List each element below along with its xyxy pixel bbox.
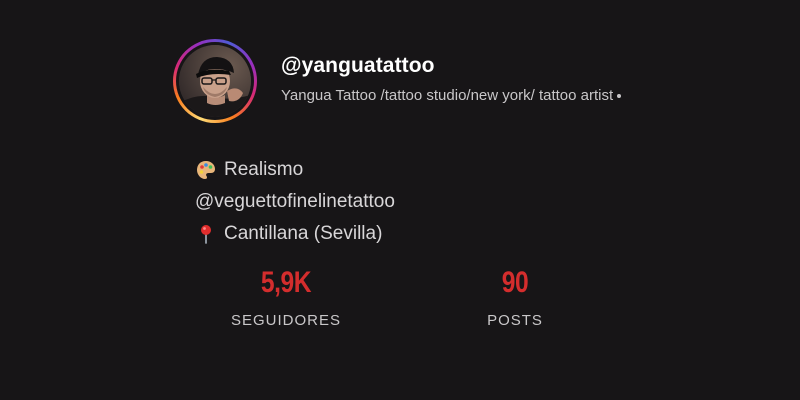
stat-followers-label: SEGUIDORES [230,312,342,329]
detail-specialty: Realismo [195,159,303,181]
detail-location: Cantillana (Sevilla) [195,223,382,245]
profile-username: @yanguatattoo [281,54,435,77]
artist-palette-icon [195,159,217,181]
detail-partner-text[interactable]: @veguettofinelinetattoo [195,191,395,213]
stat-posts-value: 90 [501,266,529,299]
round-pushpin-icon [195,223,217,245]
detail-location-text: Cantillana (Sevilla) [224,223,383,244]
avatar [179,45,251,117]
stat-posts-label: POSTS [487,312,543,329]
bio-separator-dot [617,93,622,98]
profile-card: @yanguatattoo Yangua Tattoo /tattoo stud… [0,0,800,400]
stat-followers-value: 5,9K [260,266,312,299]
detail-partner-link[interactable]: @veguettofinelinetattoo [195,191,395,213]
profile-bio: Yangua Tattoo /tattoo studio/new york/ t… [281,87,622,104]
profile-bio-text: Yangua Tattoo /tattoo studio/new york/ t… [281,87,614,104]
avatar-story-ring[interactable] [173,39,257,123]
detail-specialty-text: Realismo [224,159,304,180]
